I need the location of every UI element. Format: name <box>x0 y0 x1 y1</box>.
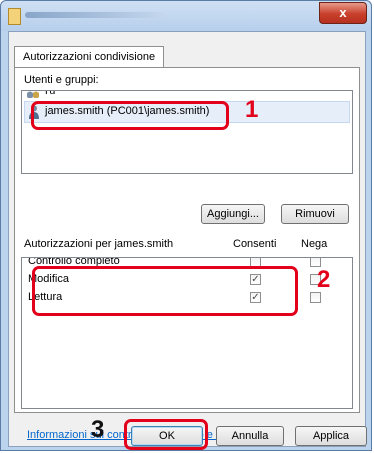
callout-number-3: 3 <box>91 416 105 443</box>
dialog-client-area: Autorizzazioni condivisione Utenti e gru… <box>8 31 366 447</box>
tab-share-permissions[interactable]: Autorizzazioni condivisione <box>14 46 165 67</box>
group-icon <box>27 91 39 98</box>
window-icon <box>8 8 21 25</box>
deny-column-header: Nega <box>301 238 328 250</box>
permissions-label: Autorizzazioni per james.smith <box>24 238 174 250</box>
callout-number-1: 1 <box>245 96 259 123</box>
cancel-button[interactable]: Annulla <box>216 426 284 446</box>
remove-button[interactable]: Rimuovi <box>281 204 349 224</box>
dialog-window: x Autorizzazioni condivisione Utenti e g… <box>0 0 372 451</box>
callout-number-2: 2 <box>317 266 331 293</box>
close-button[interactable]: x <box>319 2 367 24</box>
users-groups-label: Utenti e gruppi: <box>24 74 99 86</box>
window-title-blurred <box>25 12 165 18</box>
title-bar: x <box>1 1 371 31</box>
add-button[interactable]: Aggiungi... <box>201 204 265 224</box>
list-item-label: Tu <box>43 90 56 97</box>
callout-box-1 <box>31 101 229 130</box>
apply-button[interactable]: Applica <box>295 426 367 446</box>
callout-box-2 <box>32 266 298 316</box>
close-icon: x <box>339 5 347 20</box>
callout-box-3 <box>124 419 208 450</box>
allow-column-header: Consenti <box>233 238 277 250</box>
